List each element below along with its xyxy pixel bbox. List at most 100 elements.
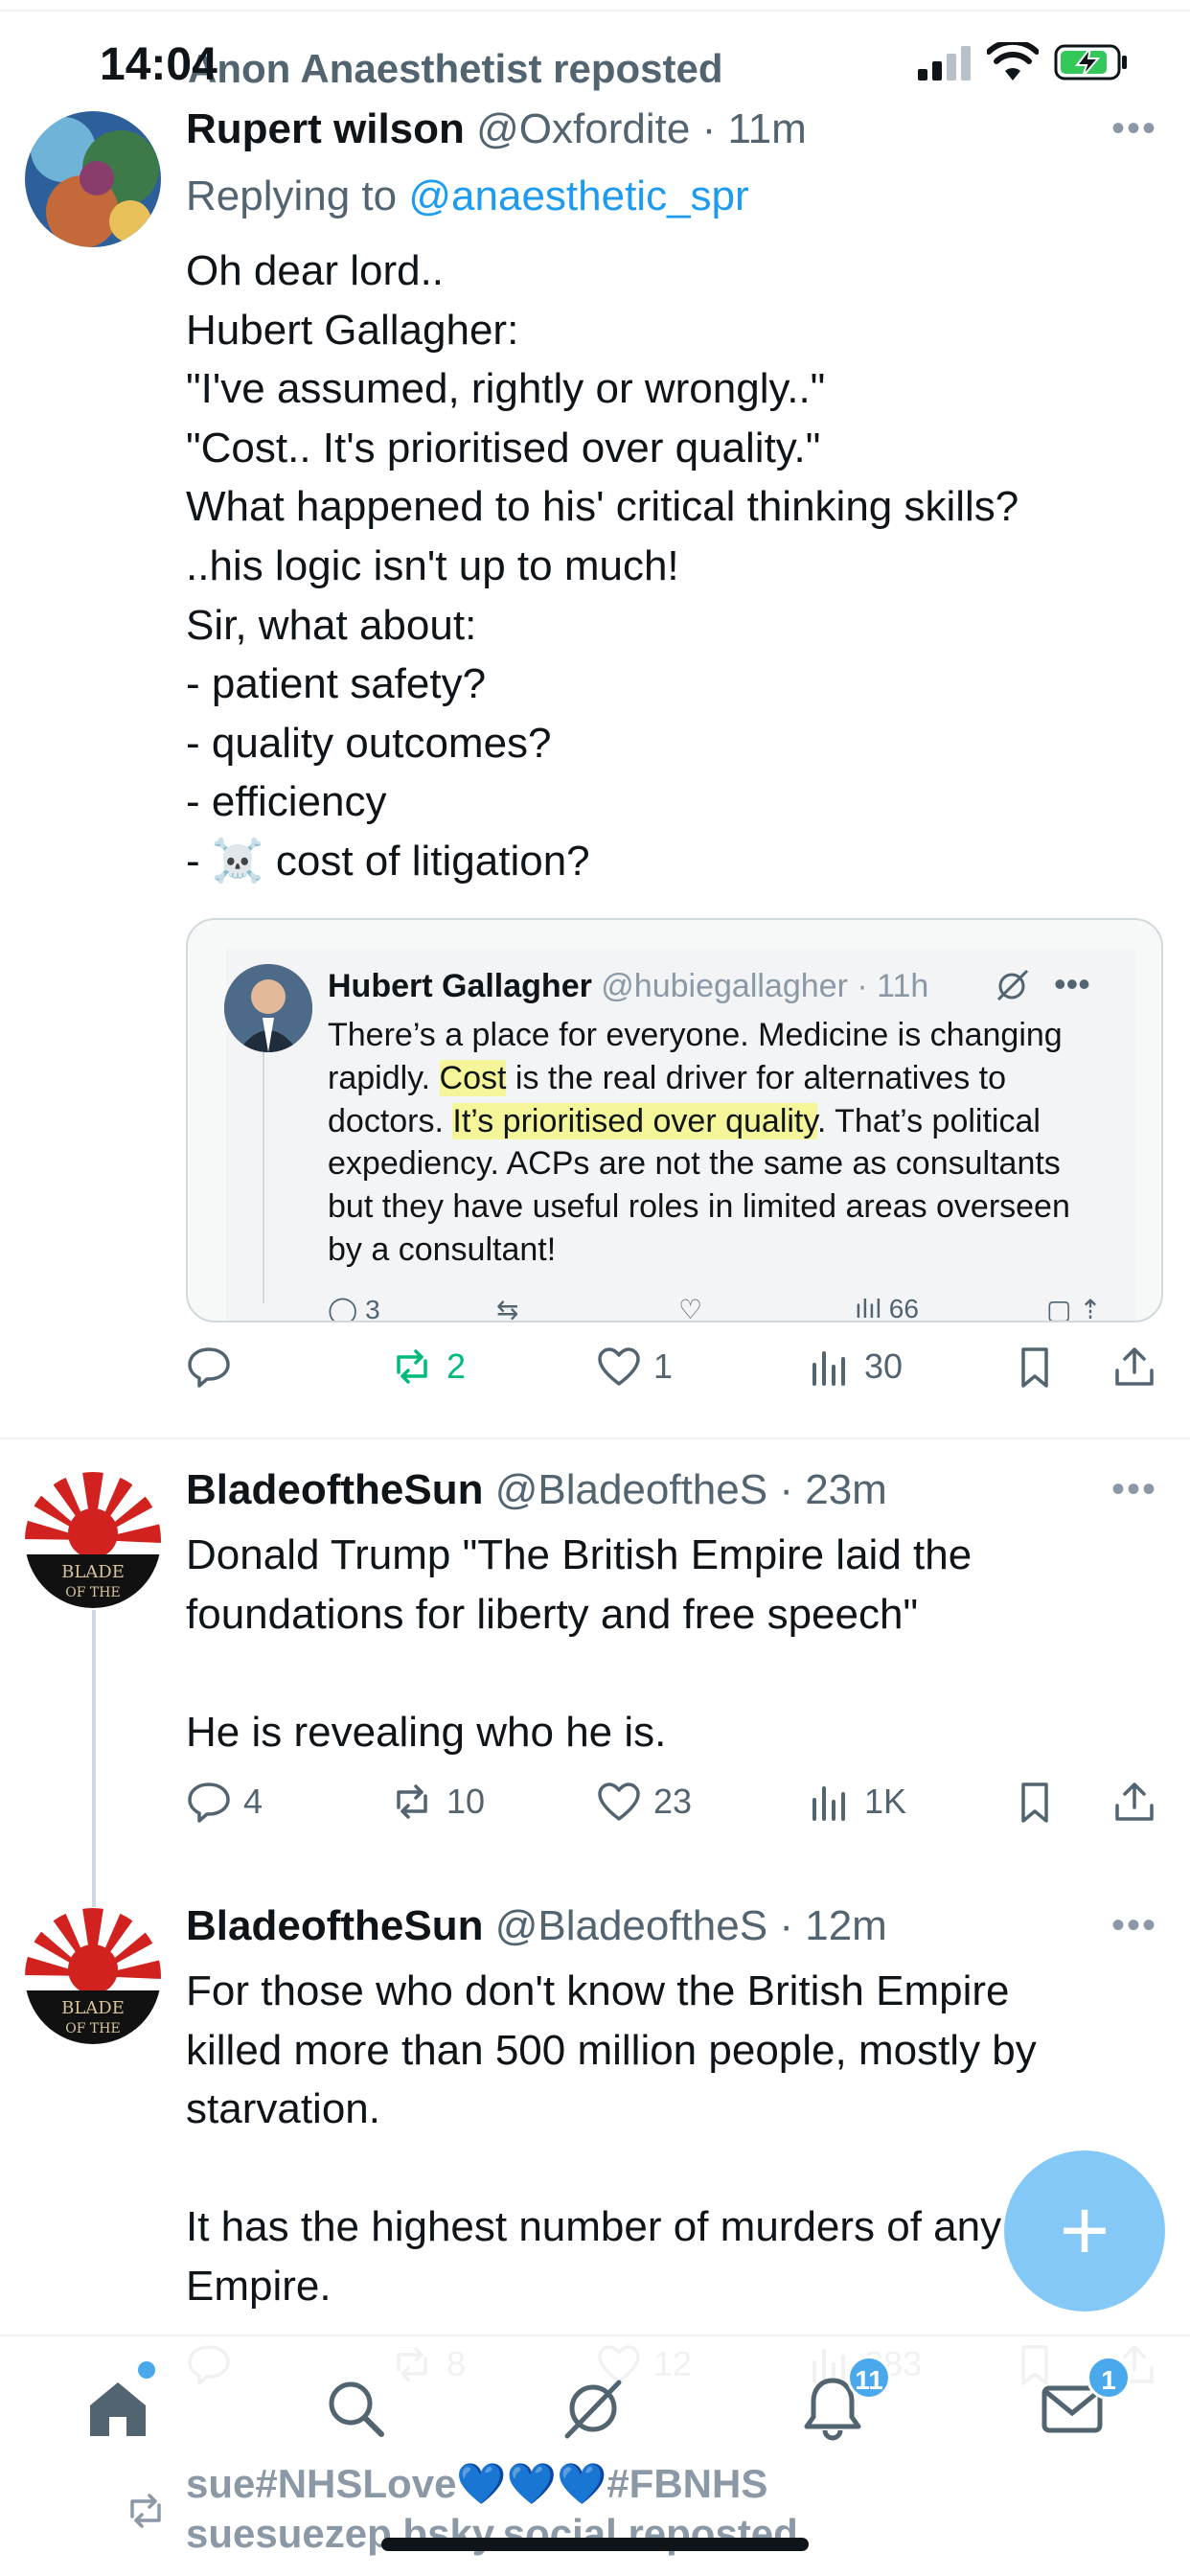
author-name[interactable]: BladeoftheSun <box>186 1902 483 1949</box>
quoted-text-line: doctors. It’s prioritised over quality. … <box>328 1100 1113 1143</box>
author-name[interactable]: Rupert wilson <box>186 105 465 152</box>
views-count: 1K <box>864 1782 907 1821</box>
post-text-line: Sir, what about: <box>186 601 477 649</box>
repost-icon <box>397 1349 427 1384</box>
more-options-icon[interactable]: ••• <box>1111 107 1157 150</box>
post-bladeofthesun-2[interactable]: BLADE OF THE BladeoftheSun @BladeoftheS … <box>0 1874 1190 2385</box>
repost-button[interactable]: 10 <box>389 1779 485 1825</box>
home-indicator[interactable] <box>381 2538 809 2551</box>
post-actions: 4 10 23 1K <box>186 1779 1163 1836</box>
heart-icon <box>598 1782 640 1821</box>
post-time: · 12m <box>779 1902 887 1949</box>
like-button[interactable]: 23 <box>596 1779 692 1825</box>
highlight-span: Cost <box>439 1059 507 1096</box>
avatar-text: BLADE <box>61 1562 125 1582</box>
post-text-line: Empire. <box>186 2262 332 2310</box>
repost-icon <box>397 1784 427 1819</box>
post-text-line: starvation. <box>186 2085 380 2133</box>
post-text-line: "Cost.. It's prioritised over quality." <box>186 424 821 472</box>
thread-connector <box>92 1610 96 1907</box>
post-text-line: - efficiency <box>186 778 387 826</box>
quoted-text: There’s a place for everyone. Medicine i… <box>328 1014 1113 1272</box>
post-time: · 11m <box>701 105 807 152</box>
avatar[interactable] <box>25 111 161 247</box>
bookmark-button[interactable] <box>1012 1779 1069 1825</box>
post-time: · 23m <box>779 1466 887 1513</box>
views-button[interactable]: 30 <box>807 1344 903 1390</box>
quoted-text-span: rapidly. <box>328 1059 440 1096</box>
home-unread-dot <box>138 2361 155 2379</box>
quoted-views-count: 66 <box>888 1294 919 1322</box>
author-handle[interactable]: @BladeoftheS <box>495 1466 767 1513</box>
reply-icon <box>188 1347 230 1388</box>
quoted-text-line: by a consultant! <box>328 1230 557 1268</box>
post-text-line: For those who don't know the British Emp… <box>186 1967 1010 2014</box>
post-header: Rupert wilson @Oxfordite · 11m <box>186 105 807 153</box>
post-text: Donald Trump "The British Empire laid th… <box>186 1526 1144 1761</box>
quoted-avatar <box>224 964 312 1052</box>
quoted-image[interactable]: Hubert Gallagher @hubiegallagher · 11h •… <box>186 918 1163 1322</box>
like-count: 1 <box>653 1346 674 1386</box>
quoted-text-line: expediency. ACPs are not the same as con… <box>328 1145 1061 1183</box>
post-text: Oh dear lord.. Hubert Gallagher: "I've a… <box>186 242 1144 891</box>
quoted-share-icon: ▢ ⇡ <box>1046 1295 1102 1322</box>
post-text-line: foundations for liberty and free speech" <box>186 1590 919 1638</box>
share-button[interactable] <box>1111 1344 1169 1390</box>
post-text-line: killed more than 500 million people, mos… <box>186 2026 1037 2074</box>
reply-icon <box>188 1782 230 1823</box>
author-handle[interactable]: @BladeoftheS <box>495 1902 767 1949</box>
reply-button[interactable]: 4 <box>186 1779 263 1825</box>
author-name[interactable]: BladeoftheSun <box>186 1466 483 1513</box>
heart-icon <box>598 1347 640 1386</box>
views-button[interactable]: 1K <box>807 1779 906 1825</box>
quoted-reply-icon: ◯ 3 <box>328 1295 380 1322</box>
notifications-badge: 11 <box>847 2356 891 2400</box>
tabbar-divider <box>0 2334 1190 2336</box>
avatar-text: OF THE <box>65 2021 120 2036</box>
peek-author-name[interactable]: sue#NHSLove💙💙💙#FBNHS <box>186 2461 767 2508</box>
views-count: 30 <box>864 1346 904 1386</box>
home-icon[interactable] <box>84 2375 151 2442</box>
rising-sun-avatar-image: BLADE OF THE <box>25 1908 161 2044</box>
repost-button[interactable]: 2 <box>389 1344 466 1390</box>
quoted-text-line: There’s a place for everyone. Medicine i… <box>328 1017 1063 1053</box>
post-text-line: "I've assumed, rightly or wrongly.." <box>186 365 826 413</box>
bookmark-icon <box>1021 1782 1048 1823</box>
quoted-text-line: but they have useful roles in limited ar… <box>328 1188 1070 1226</box>
highlight-span: It’s prioritised over quality <box>452 1102 817 1139</box>
reply-button[interactable] <box>186 1344 243 1390</box>
post-rupert-wilson[interactable]: Rupert wilson @Oxfordite · 11m ••• Reply… <box>0 0 1190 1438</box>
analytics-icon <box>812 1351 845 1386</box>
quoted-text-line: rapidly. Cost is the real driver for alt… <box>328 1057 1113 1100</box>
bookmark-button[interactable] <box>1012 1344 1069 1390</box>
compose-button[interactable]: + <box>1004 2150 1165 2312</box>
search-icon[interactable] <box>322 2375 389 2442</box>
post-text-line: - quality outcomes? <box>186 719 552 767</box>
post-text-line <box>186 1644 1144 1703</box>
more-options-icon[interactable]: ••• <box>1111 1468 1157 1511</box>
grok-icon[interactable] <box>560 2375 627 2442</box>
like-count: 23 <box>653 1782 693 1821</box>
avatar[interactable]: BLADE OF THE <box>25 1472 161 1608</box>
share-button[interactable] <box>1111 1779 1169 1825</box>
quoted-author-handle: @hubiegallagher · 11h <box>601 968 929 1004</box>
next-post-peek: sue#NHSLove💙💙💙#FBNHS suesuezep.bsky.soci… <box>0 2453 1190 2576</box>
replying-handle-link[interactable]: @anaesthetic_spr <box>408 172 748 219</box>
post-actions: 2 1 30 <box>186 1344 1163 1401</box>
post-text-line: - patient safety? <box>186 660 487 708</box>
quoted-more-icon: ••• <box>1054 964 1090 1003</box>
avatar[interactable]: BLADE OF THE <box>25 1908 161 2044</box>
quoted-text-span: . That’s political <box>816 1102 1041 1139</box>
quoted-header: Hubert Gallagher @hubiegallagher · 11h <box>328 968 928 1005</box>
author-handle[interactable]: @Oxfordite <box>476 105 690 152</box>
post-bladeofthesun-1[interactable]: BLADE OF THE BladeoftheSun @BladeoftheS … <box>0 1438 1190 1907</box>
post-text-line: What happened to his' critical thinking … <box>186 483 1019 531</box>
post-header: BladeoftheSun @BladeoftheS · 23m <box>186 1466 887 1514</box>
share-icon <box>1115 1347 1154 1386</box>
more-options-icon[interactable]: ••• <box>1111 1904 1157 1947</box>
quoted-views-icon: ılıl 66 <box>855 1294 919 1322</box>
avatar-text: BLADE <box>61 1998 125 2018</box>
quoted-repost-icon: ⇆ <box>496 1295 519 1322</box>
messages-badge: 1 <box>1087 2356 1131 2400</box>
like-button[interactable]: 1 <box>596 1344 673 1390</box>
